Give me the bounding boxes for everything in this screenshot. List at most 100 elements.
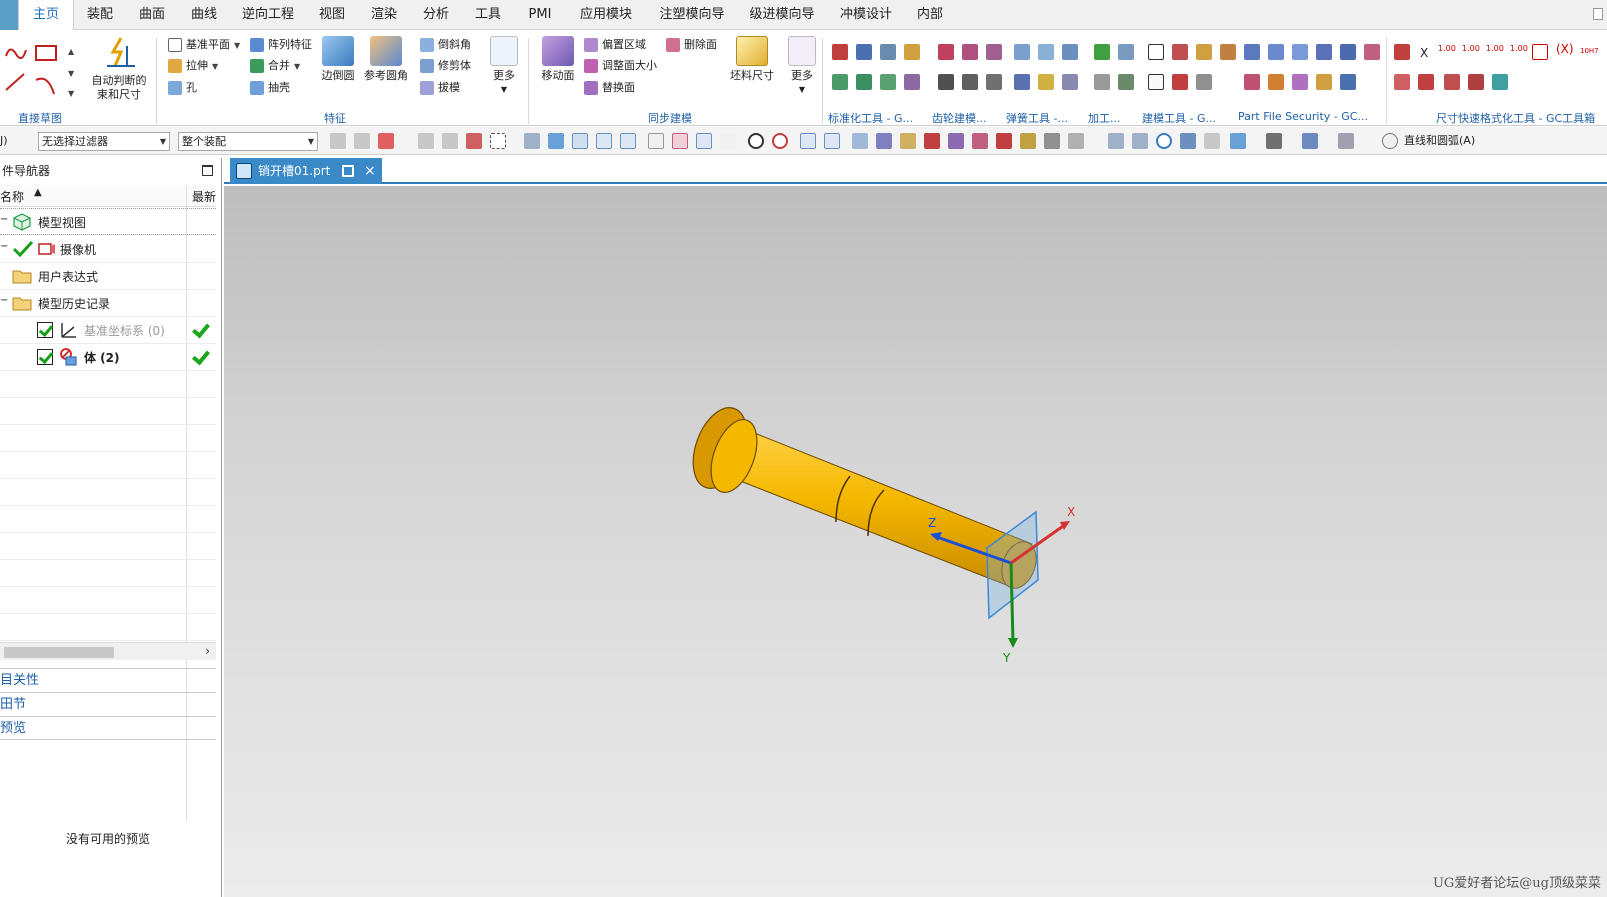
replace-face-button[interactable]: 替换面 xyxy=(582,78,635,98)
menu-tab-mold-wizard[interactable]: 注塑模向导 xyxy=(650,0,734,30)
menu-tab-tools[interactable]: 工具 xyxy=(464,0,512,30)
snap-icon[interactable] xyxy=(1044,133,1060,149)
tree-row-camera[interactable]: − 摄像机 xyxy=(0,236,216,263)
std-tool-icon[interactable] xyxy=(880,44,896,60)
snap-curve-icon[interactable] xyxy=(648,133,664,149)
pfs-tool-icon[interactable] xyxy=(1364,44,1380,60)
panel-details[interactable]: 田节 xyxy=(0,692,216,716)
shell-button[interactable]: 抽壳 xyxy=(248,78,290,98)
pattern-feature-button[interactable]: 阵列特征 xyxy=(248,35,312,55)
snap-existing-icon[interactable] xyxy=(800,133,816,149)
std-tool-icon[interactable] xyxy=(880,74,896,90)
menu-tab-internal[interactable]: 内部 xyxy=(906,0,954,30)
menu-tab-pmi[interactable]: PMI xyxy=(516,0,564,30)
fit-view-icon[interactable] xyxy=(1108,133,1124,149)
panel-preview[interactable]: 预览 xyxy=(0,716,216,740)
column-latest[interactable]: 最新 xyxy=(192,188,216,205)
dim-format-1[interactable]: 1.00 xyxy=(1438,40,1456,58)
spring-tool-icon[interactable] xyxy=(1038,74,1054,90)
modeling-tool-icon[interactable] xyxy=(1196,74,1212,90)
tree-row-user-expressions[interactable]: 用户表达式 xyxy=(0,263,216,290)
machining-tool-icon[interactable] xyxy=(1118,44,1134,60)
tree-row-model-history[interactable]: − 模型历史记录 xyxy=(0,290,216,317)
dim-tolerance[interactable]: 10H7 xyxy=(1580,42,1599,60)
snap-icon[interactable] xyxy=(876,133,892,149)
render-style-icon[interactable] xyxy=(1266,133,1282,149)
resize-face-button[interactable]: 调整面大小 xyxy=(582,56,657,76)
snap-icon[interactable] xyxy=(996,133,1012,149)
spring-tool-icon[interactable] xyxy=(1014,44,1030,60)
spring-tool-icon[interactable] xyxy=(1062,44,1078,60)
quick-access-tab[interactable] xyxy=(0,0,18,30)
spring-tool-icon[interactable] xyxy=(1014,74,1030,90)
snap-icon[interactable] xyxy=(948,133,964,149)
graphics-viewport[interactable]: X Y Z UG爱好者论坛@ug顶级菜菜 xyxy=(224,186,1607,897)
gear-tool-icon[interactable] xyxy=(986,74,1002,90)
dim-box-icon[interactable] xyxy=(1532,44,1548,60)
extrude-button[interactable]: 拉伸 ▼ xyxy=(166,56,218,76)
pfs-tool-icon[interactable] xyxy=(1340,44,1356,60)
edge-blend-button[interactable]: 边倒圆 xyxy=(318,36,358,83)
curve-option-icon[interactable] xyxy=(1382,133,1398,149)
dim-tool-icon[interactable] xyxy=(1468,74,1484,90)
pfs-tool-icon[interactable] xyxy=(1292,74,1308,90)
menu-tab-die-design[interactable]: 冲模设计 xyxy=(832,0,900,30)
gear-tool-icon[interactable] xyxy=(986,44,1002,60)
rotate-icon[interactable] xyxy=(1156,133,1172,149)
snap-center-icon[interactable] xyxy=(748,133,764,149)
spring-tool-icon[interactable] xyxy=(1062,74,1078,90)
modeling-tool-icon[interactable] xyxy=(1148,74,1164,90)
machining-tool-icon[interactable] xyxy=(1094,74,1110,90)
dim-x-label[interactable]: X xyxy=(1420,44,1428,62)
auto-constraint-dimension-button[interactable]: 自动判断的 束和尺寸 xyxy=(86,36,152,102)
menu-tab-progressive-die[interactable]: 级进模向导 xyxy=(740,0,824,30)
pfs-tool-icon[interactable] xyxy=(1268,74,1284,90)
menu-tab-home[interactable]: 主页 xyxy=(18,0,74,30)
visibility-checkbox[interactable] xyxy=(37,349,53,365)
snap-midpoint-icon[interactable] xyxy=(620,133,636,149)
doc-tab[interactable]: 销开槽01.prt × xyxy=(230,158,382,184)
modeling-tool-icon[interactable] xyxy=(1172,74,1188,90)
snap-icon[interactable] xyxy=(924,133,940,149)
pfs-tool-icon[interactable] xyxy=(1268,44,1284,60)
std-tool-icon[interactable] xyxy=(832,74,848,90)
gear-tool-icon[interactable] xyxy=(962,74,978,90)
menu-tab-reverse-engineering[interactable]: 逆向工程 xyxy=(232,0,304,30)
column-name[interactable]: 名称 xyxy=(0,188,24,205)
select-icon[interactable] xyxy=(466,133,482,149)
std-tool-icon[interactable] xyxy=(832,44,848,60)
selection-scope-dropdown[interactable]: 整个装配 ▼ xyxy=(178,132,318,151)
scrollbar-thumb[interactable] xyxy=(4,647,114,658)
select-icon[interactable] xyxy=(418,133,434,149)
visibility-icon[interactable] xyxy=(1302,133,1318,149)
selection-filter-dropdown[interactable]: 无选择过滤器 ▼ xyxy=(38,132,170,151)
pfs-tool-icon[interactable] xyxy=(1244,44,1260,60)
expand-icon[interactable]: − xyxy=(0,241,8,252)
feature-more-button[interactable]: 更多 ▼ xyxy=(486,36,522,97)
ribbon-options-icon[interactable] xyxy=(1593,8,1603,20)
draft-button[interactable]: 拔模 xyxy=(418,78,460,98)
dim-format-2[interactable]: 1.00 xyxy=(1462,40,1480,58)
ref-fillet-button[interactable]: 参考圆角 xyxy=(362,36,410,83)
delete-face-button[interactable]: 删除面 xyxy=(664,35,717,55)
snap-icon[interactable] xyxy=(972,133,988,149)
snap-icon[interactable] xyxy=(330,133,346,149)
pfs-tool-icon[interactable] xyxy=(1244,74,1260,90)
stock-size-button[interactable]: 坯料尺寸 xyxy=(726,36,778,83)
tree-row-model-views[interactable]: − 模型视图 xyxy=(0,208,216,235)
pan-icon[interactable] xyxy=(1180,133,1196,149)
snap-endpoint-icon[interactable] xyxy=(596,133,612,149)
dim-tool-icon[interactable] xyxy=(1394,44,1410,60)
std-tool-icon[interactable] xyxy=(856,74,872,90)
horizontal-scrollbar[interactable]: › xyxy=(0,642,216,660)
close-icon[interactable]: × xyxy=(364,158,376,184)
pfs-tool-icon[interactable] xyxy=(1316,74,1332,90)
sort-ascending-icon[interactable]: ▲ xyxy=(34,187,42,198)
dim-format-3[interactable]: 1.00 xyxy=(1486,40,1504,58)
gear-tool-icon[interactable] xyxy=(962,44,978,60)
gear-tool-icon[interactable] xyxy=(938,44,954,60)
modeling-tool-icon[interactable] xyxy=(1172,44,1188,60)
menu-tab-analysis[interactable]: 分析 xyxy=(412,0,460,30)
orient-view-icon[interactable] xyxy=(1230,133,1246,149)
visibility-checkbox[interactable] xyxy=(37,322,53,338)
